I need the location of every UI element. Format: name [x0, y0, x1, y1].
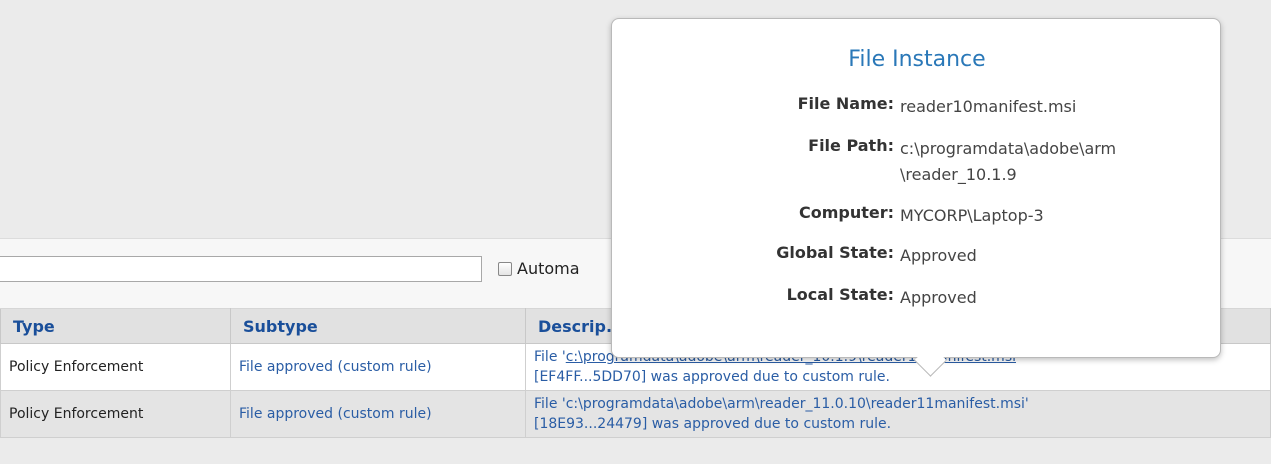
local-state-value: Approved	[900, 288, 977, 307]
table-row[interactable]: Policy Enforcement File approved (custom…	[0, 390, 1271, 438]
file-path-label: File Path:	[808, 136, 894, 155]
cell-type: Policy Enforcement	[0, 343, 231, 391]
global-state-label: Global State:	[776, 243, 894, 262]
auto-checkbox[interactable]	[498, 262, 512, 276]
column-header-type[interactable]: Type	[0, 308, 231, 344]
file-path-value: c:\programdata\adobe\arm \reader_10.1.9	[900, 136, 1205, 188]
cell-subtype[interactable]: File approved (custom rule)	[230, 390, 526, 438]
file-path-line-1: c:\programdata\adobe\arm	[900, 139, 1117, 158]
computer-value: MYCORP\Laptop-3	[900, 206, 1044, 225]
popup-title: File Instance	[848, 47, 986, 72]
auto-checkbox-label: Automa	[517, 259, 580, 278]
description-line-2: [18E93...24479] was approved due to cust…	[534, 416, 892, 432]
description-prefix: File '	[534, 349, 566, 365]
cell-description: File 'c:\programdata\adobe\arm\reader_11…	[525, 390, 1271, 438]
column-header-subtype[interactable]: Subtype	[230, 308, 526, 344]
description-line-1: File 'c:\programdata\adobe\arm\reader_11…	[534, 396, 1029, 412]
description-line-2: [EF4FF...5DD70] was approved due to cust…	[534, 369, 890, 385]
local-state-label: Local State:	[786, 285, 894, 304]
cell-type: Policy Enforcement	[0, 390, 231, 438]
cell-subtype[interactable]: File approved (custom rule)	[230, 343, 526, 391]
file-name-label: File Name:	[797, 94, 894, 113]
file-instance-popup: File Instance File Name: reader10manifes…	[611, 18, 1221, 377]
file-name-value: reader10manifest.msi	[900, 97, 1077, 116]
file-path-line-2: \reader_10.1.9	[900, 165, 1017, 184]
search-input[interactable]	[0, 256, 482, 282]
computer-label: Computer:	[798, 203, 894, 222]
global-state-value: Approved	[900, 246, 977, 265]
